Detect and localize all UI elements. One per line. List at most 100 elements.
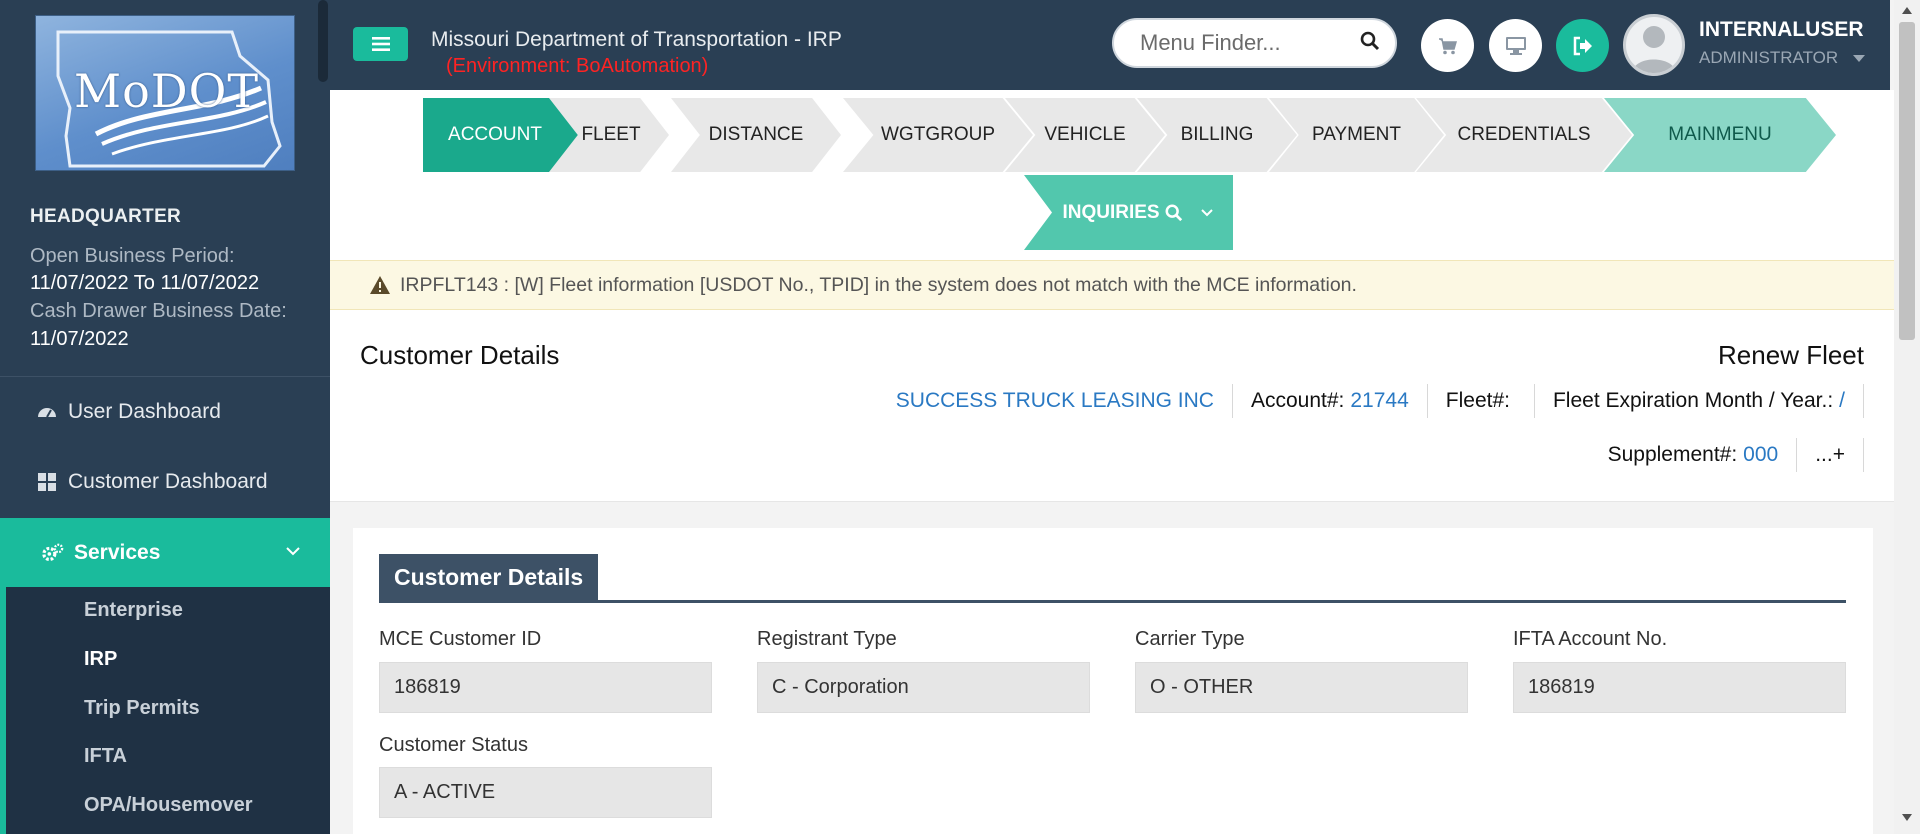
user-role-label: ADMINISTRATOR xyxy=(1699,48,1839,67)
supplement-number: Supplement#: 000 xyxy=(1590,438,1798,472)
scrollbar-thumb[interactable] xyxy=(1899,22,1915,340)
cash-drawer-value: 11/07/2022 xyxy=(30,328,129,350)
step-label: BILLING xyxy=(1180,124,1254,145)
cart-icon xyxy=(1438,37,1457,54)
nav-services[interactable]: Services xyxy=(0,518,330,587)
chevron-down-icon xyxy=(1200,208,1213,216)
supplement-label: Supplement#: xyxy=(1607,443,1738,466)
more-info-toggle[interactable]: ...+ xyxy=(1797,438,1864,472)
menu-finder xyxy=(1112,18,1397,68)
customer-status-field[interactable]: A - ACTIVE xyxy=(379,767,712,818)
dashboard-gauge-icon xyxy=(36,401,58,423)
modot-logo: MoDOT xyxy=(35,15,295,171)
account-value[interactable]: 21744 xyxy=(1350,389,1408,413)
submenu-item-opa-housemover[interactable]: OPA/Housemover xyxy=(84,794,253,817)
submenu-item-irp[interactable]: IRP xyxy=(84,648,117,671)
open-period-value: 11/07/2022 To 11/07/2022 xyxy=(30,272,260,294)
step-label: MAINMENU xyxy=(1668,124,1772,145)
panel-divider xyxy=(379,600,1846,603)
fleet-expiration: Fleet Expiration Month / Year.: / xyxy=(1535,384,1864,418)
customer-header: Customer Details Renew Fleet SUCCESS TRU… xyxy=(330,310,1894,502)
nav-label: User Dashboard xyxy=(68,400,221,423)
supplement-info-row: Supplement#: 000 ...+ xyxy=(1590,438,1864,472)
account-number: Account#: 21744 xyxy=(1233,384,1428,418)
search-icon xyxy=(1165,204,1182,221)
step-label: ACCOUNT xyxy=(448,124,542,145)
user-name[interactable]: INTERNALUSER xyxy=(1699,18,1864,42)
desktop-button[interactable] xyxy=(1489,19,1542,72)
page-title: Customer Details xyxy=(360,340,560,370)
step-label: DISTANCE xyxy=(708,124,804,145)
step-label: FLEET xyxy=(581,124,641,145)
menu-toggle-button[interactable] xyxy=(353,27,408,61)
caret-down-icon xyxy=(1852,55,1865,62)
cart-button[interactable] xyxy=(1421,19,1474,72)
step-label: CREDENTIALS xyxy=(1457,124,1591,145)
warning-alert: IRPFLT143 : [W] Fleet information [USDOT… xyxy=(330,260,1894,310)
logout-button[interactable] xyxy=(1556,19,1609,72)
inquiries-label: INQUIRIES xyxy=(1062,201,1160,223)
nav-user-dashboard[interactable]: User Dashboard xyxy=(0,378,330,446)
customer-info-row: SUCCESS TRUCK LEASING INC Account#: 2174… xyxy=(878,384,1864,418)
fleet-number: Fleet#: xyxy=(1428,384,1535,418)
fleet-label: Fleet#: xyxy=(1445,389,1510,412)
page-scrollbar[interactable] xyxy=(1894,0,1920,834)
sign-out-icon xyxy=(1573,36,1592,55)
step-credentials[interactable]: CREDENTIALS xyxy=(1416,98,1632,172)
mce-customer-id-field[interactable]: 186819 xyxy=(379,662,712,713)
registrant-type-field[interactable]: C - Corporation xyxy=(757,662,1090,713)
top-navbar: Missouri Department of Transportation - … xyxy=(330,0,1890,90)
supplement-value[interactable]: 000 xyxy=(1743,443,1778,467)
mce-customer-id-label: MCE Customer ID xyxy=(379,628,542,650)
submenu-item-enterprise[interactable]: Enterprise xyxy=(84,599,183,622)
nav-customer-dashboard[interactable]: Customer Dashboard xyxy=(0,448,330,516)
step-label: VEHICLE xyxy=(1044,124,1126,145)
sidebar: MoDOT HEADQUARTER Open Business Period: … xyxy=(0,0,330,834)
customer-status-label: Customer Status xyxy=(379,734,528,756)
open-period-label: Open Business Period: xyxy=(30,245,235,267)
user-role[interactable]: ADMINISTRATOR xyxy=(1699,48,1865,68)
step-label: WGTGROUP xyxy=(881,124,995,145)
user-avatar[interactable] xyxy=(1623,14,1685,76)
alert-text: IRPFLT143 : [W] Fleet information [USDOT… xyxy=(400,273,1357,296)
search-icon[interactable] xyxy=(1360,31,1380,56)
expiration-label: Fleet Expiration Month / Year.: xyxy=(1552,389,1834,412)
carrier-type-label: Carrier Type xyxy=(1135,628,1245,650)
scroll-down-arrow-icon[interactable] xyxy=(1902,814,1912,822)
registrant-type-label: Registrant Type xyxy=(757,628,897,650)
environment-label: (Environment: BoAutomation) xyxy=(446,55,709,77)
services-submenu: Enterprise IRP Trip Permits IFTA OPA/Hou… xyxy=(0,587,330,834)
grid-icon xyxy=(36,471,58,493)
more-info-label: ...+ xyxy=(1815,443,1845,466)
submenu-item-ifta[interactable]: IFTA xyxy=(84,745,127,768)
step-distance[interactable]: DISTANCE xyxy=(671,98,841,172)
menu-finder-input[interactable] xyxy=(1140,30,1360,56)
ifta-account-field[interactable]: 186819 xyxy=(1513,662,1846,713)
hamburger-icon xyxy=(371,37,390,51)
gears-icon xyxy=(42,542,64,564)
step-label: PAYMENT xyxy=(1311,124,1402,145)
chevron-down-icon xyxy=(286,540,300,561)
office-name: HEADQUARTER xyxy=(30,206,182,227)
user-silhouette-icon xyxy=(1632,26,1676,73)
sidebar-divider xyxy=(0,376,330,377)
account-label: Account#: xyxy=(1250,389,1345,412)
logo-text: MoDOT xyxy=(74,64,260,118)
warning-icon xyxy=(370,276,390,294)
transaction-title: Renew Fleet xyxy=(1718,340,1864,370)
cash-drawer-label: Cash Drawer Business Date: xyxy=(30,300,287,322)
nav-label: Customer Dashboard xyxy=(68,470,268,493)
sidebar-scrollbar[interactable] xyxy=(318,0,328,82)
desktop-icon xyxy=(1505,36,1526,55)
carrier-type-field[interactable]: O - OTHER xyxy=(1135,662,1468,713)
submenu-item-trip-permits[interactable]: Trip Permits xyxy=(84,697,200,720)
step-wgtgroup[interactable]: WGTGROUP xyxy=(843,98,1033,172)
customer-details-panel: Customer Details MCE Customer ID 186819 … xyxy=(353,528,1873,834)
inquiries-dropdown[interactable]: INQUIRIES xyxy=(1024,175,1233,250)
scroll-up-arrow-icon[interactable] xyxy=(1902,6,1912,14)
expiration-value[interactable]: / xyxy=(1839,389,1845,413)
ifta-account-label: IFTA Account No. xyxy=(1513,628,1668,650)
company-name-link[interactable]: SUCCESS TRUCK LEASING INC xyxy=(878,384,1233,418)
step-mainmenu[interactable]: MAINMENU xyxy=(1604,98,1836,172)
panel-tab: Customer Details xyxy=(379,554,599,600)
